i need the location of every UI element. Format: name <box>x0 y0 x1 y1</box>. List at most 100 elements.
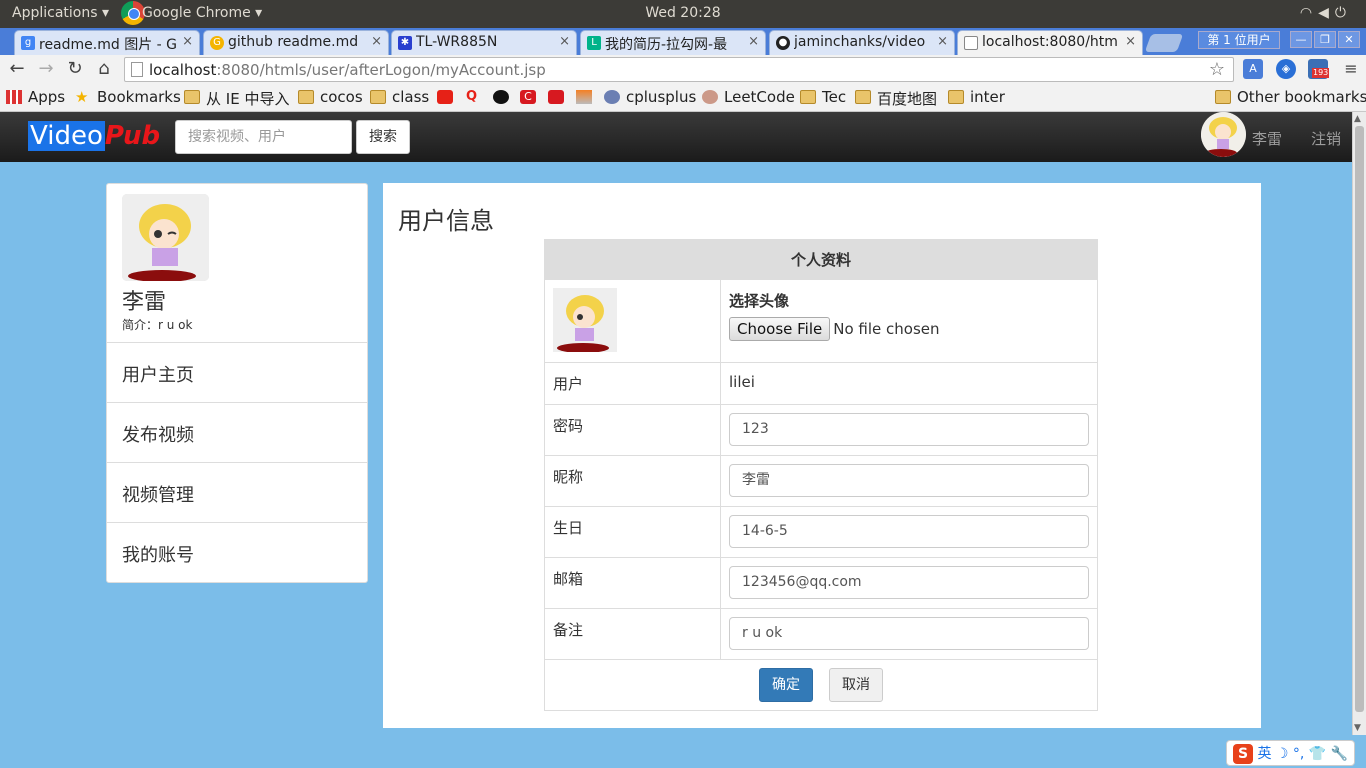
search-icon: G <box>210 36 224 50</box>
reload-icon[interactable]: ↻ <box>64 58 86 80</box>
extension-shield-icon[interactable]: ◈ <box>1276 59 1296 79</box>
bookmark-apps[interactable]: Apps <box>6 88 65 106</box>
tab-readme-images[interactable]: g readme.md 图片 - G × <box>14 30 200 55</box>
table-header: 个人资料 <box>544 239 1098 280</box>
bookmark-folder-ie[interactable]: 从 IE 中导入 <box>184 88 289 109</box>
sidebar-item-publish[interactable]: 发布视频 <box>107 402 367 462</box>
clock[interactable]: Wed 20:28 <box>0 5 1366 21</box>
close-tab-icon[interactable]: × <box>937 34 948 49</box>
avatar-upload-cell: 选择头像 Choose File No file chosen <box>720 279 1098 363</box>
close-tab-icon[interactable]: × <box>182 34 193 49</box>
user-sidebar: 李雷 简介：r u ok 用户主页 发布视频 视频管理 我的账号 <box>106 183 368 583</box>
ime-punct-icon[interactable]: °, <box>1293 746 1304 762</box>
bookmark-folder-baidu-map[interactable]: 百度地图 <box>855 88 937 109</box>
bookmark-other[interactable]: Other bookmarks <box>1215 88 1366 106</box>
scroll-thumb[interactable] <box>1355 126 1364 712</box>
github-icon <box>493 90 509 104</box>
wifi-icon[interactable]: ◠ <box>1300 5 1318 21</box>
bookmark-folder-tec[interactable]: Tec <box>800 88 846 106</box>
ime-moon-icon[interactable]: ☽ <box>1276 746 1289 762</box>
os-top-bar: Applications ▾ Google Chrome ▾ Wed 20:28… <box>0 0 1366 28</box>
bookmark-star-icon[interactable]: ☆ <box>1209 59 1225 80</box>
close-tab-icon[interactable]: × <box>371 34 382 49</box>
bookmark-folder-cocos[interactable]: cocos <box>298 88 363 106</box>
cancel-button[interactable]: 取消 <box>829 668 883 702</box>
bookmark-folder-inter[interactable]: inter <box>948 88 1005 106</box>
site-search-input[interactable]: 搜索视频、用户 <box>175 120 352 154</box>
bookmark-folder-class[interactable]: class <box>370 88 429 106</box>
password-field[interactable]: 123 <box>729 413 1089 446</box>
sidebar-item-account[interactable]: 我的账号 <box>107 522 367 582</box>
tab-localhost-active[interactable]: localhost:8080/htm × <box>957 30 1143 55</box>
cplusplus-icon <box>604 90 620 104</box>
avatar[interactable] <box>1201 112 1246 157</box>
page-scrollbar[interactable]: ▲ ▼ <box>1352 112 1366 735</box>
avatar <box>553 288 617 352</box>
close-tab-icon[interactable]: × <box>559 34 570 49</box>
close-tab-icon[interactable]: × <box>748 34 759 49</box>
translate-icon[interactable]: A <box>1243 59 1263 79</box>
new-tab-button[interactable] <box>1144 34 1184 52</box>
ime-wrench-icon[interactable]: 🔧 <box>1331 746 1348 762</box>
field-label: 邮箱 <box>544 557 721 609</box>
menu-icon[interactable]: ≡ <box>1340 58 1362 80</box>
field-label: 用户 <box>544 362 721 405</box>
github-icon: ● <box>776 36 790 50</box>
window-controls: — ❐ ✕ <box>1288 31 1360 48</box>
sidebar-item-home[interactable]: 用户主页 <box>107 342 367 402</box>
scroll-down-icon[interactable]: ▼ <box>1354 722 1361 734</box>
ime-shirt-icon[interactable]: 👕 <box>1309 746 1326 762</box>
system-tray[interactable]: ◠◀⏻ <box>1300 5 1352 21</box>
sidebar-item-manage[interactable]: 视频管理 <box>107 462 367 522</box>
scroll-up-icon[interactable]: ▲ <box>1354 113 1361 125</box>
back-icon[interactable]: ← <box>6 58 28 80</box>
avatar-upload-label: 选择头像 <box>729 292 790 310</box>
paw-icon: ✱ <box>398 36 412 50</box>
ime-mode[interactable]: 英 <box>1257 746 1271 762</box>
close-tab-icon[interactable]: × <box>1125 34 1136 49</box>
profile-name: 李雷 <box>122 290 167 315</box>
tab-tl-wr885n[interactable]: ✱ TL-WR885N × <box>391 30 577 55</box>
ime-toolbar[interactable]: S 英 ☽ °, 👕 🔧 <box>1226 740 1356 766</box>
choose-file-button[interactable]: Choose File <box>729 317 831 341</box>
leetcode-icon <box>702 90 718 104</box>
home-icon[interactable]: ⌂ <box>93 58 115 80</box>
confirm-button[interactable]: 确定 <box>759 668 813 702</box>
minimize-icon[interactable]: — <box>1290 31 1312 48</box>
bookmark-cplusplus[interactable]: cplusplus <box>604 88 696 106</box>
profile-button[interactable]: 第 1 位用户 <box>1198 31 1280 49</box>
remark-field[interactable]: r u ok <box>729 617 1089 650</box>
power-icon[interactable]: ⏻ <box>1335 5 1352 21</box>
logout-link[interactable]: 注销 <box>1311 128 1341 149</box>
tab-github-jaminchanks[interactable]: ● jaminchanks/video × <box>769 30 955 55</box>
folder-icon <box>370 90 386 104</box>
close-window-icon[interactable]: ✕ <box>1338 31 1360 48</box>
volume-icon[interactable]: ◀ <box>1318 5 1335 21</box>
bookmark-bookmarks[interactable]: ★ Bookmarks <box>75 88 181 106</box>
username-value: lilei <box>720 362 1098 405</box>
profile-bio: 简介：r u ok <box>122 318 193 332</box>
extension-badge-icon[interactable]: 193 <box>1308 59 1330 79</box>
bookmarks-bar: Apps ★ Bookmarks 从 IE 中导入 cocos class Q C… <box>0 85 1366 112</box>
folder-icon <box>948 90 964 104</box>
forward-icon[interactable]: → <box>35 58 57 80</box>
tab-github-readme[interactable]: G github readme.md × <box>203 30 389 55</box>
avatar-cell <box>544 279 721 363</box>
site-search-button[interactable]: 搜索 <box>356 120 410 154</box>
tab-lagou-resume[interactable]: L 我的简历-拉勾网-最 × <box>580 30 766 55</box>
field-label: 密码 <box>544 404 721 456</box>
email-field[interactable]: 123456@qq.com <box>729 566 1089 599</box>
nav-user-name[interactable]: 李雷 <box>1252 128 1282 149</box>
form-actions: 确定 取消 <box>544 659 1098 711</box>
red-icon <box>548 90 564 104</box>
birthday-field[interactable]: 14-6-5 <box>729 515 1089 548</box>
file-status: No file chosen <box>833 320 940 338</box>
nickname-field[interactable]: 李雷 <box>729 464 1089 497</box>
browser-toolbar: ← → ↻ ⌂ localhost:8080/htmls/user/afterL… <box>0 55 1366 85</box>
c-icon: C <box>520 90 536 104</box>
site-logo[interactable]: VideoPub <box>28 121 160 151</box>
bookmark-leetcode[interactable]: LeetCode <box>702 88 795 106</box>
address-bar[interactable]: localhost:8080/htmls/user/afterLogon/myA… <box>124 57 1234 82</box>
folder-icon <box>298 90 314 104</box>
maximize-icon[interactable]: ❐ <box>1314 31 1336 48</box>
